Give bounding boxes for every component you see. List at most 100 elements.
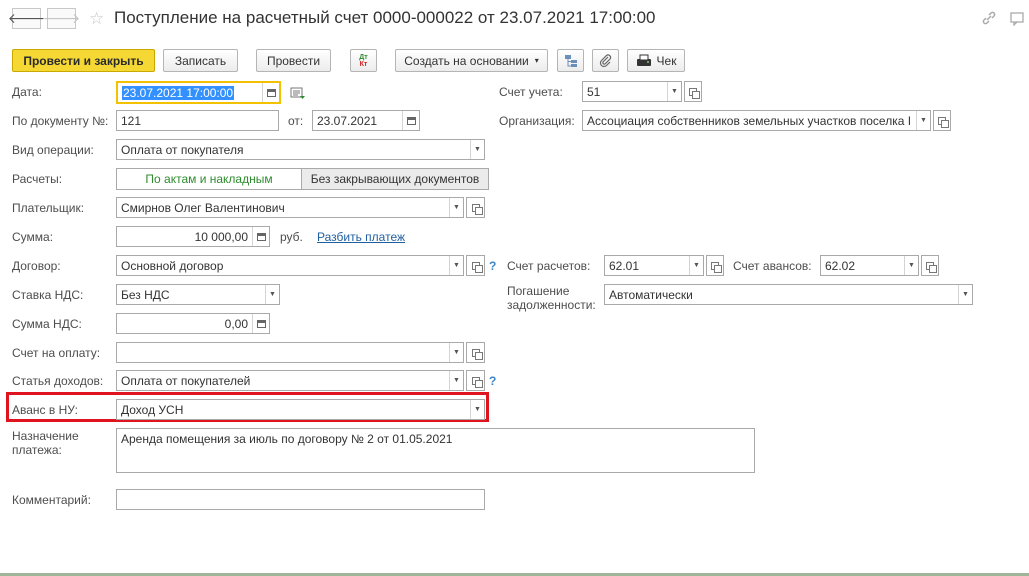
- from-date-value: 23.07.2021: [317, 113, 378, 128]
- from-label: от:: [288, 114, 304, 128]
- advance-label: Аванс в НУ:: [12, 403, 78, 417]
- contract-select[interactable]: Основной договор ▼: [116, 255, 464, 276]
- forward-arrow-icon: 🡒: [42, 10, 81, 26]
- dropdown-icon[interactable]: ▼: [904, 256, 918, 275]
- advance-select[interactable]: Доход УСН ▼: [116, 399, 485, 420]
- from-date-field[interactable]: 23.07.2021: [312, 110, 420, 131]
- open-icon: [469, 371, 483, 390]
- dropdown-icon[interactable]: ▼: [689, 256, 703, 275]
- settlements-option-none[interactable]: Без закрывающих документов: [302, 169, 488, 189]
- advance-account-open-button[interactable]: [921, 255, 939, 276]
- settlements-option-acts[interactable]: По актам и накладным: [117, 169, 302, 189]
- comment-field[interactable]: [116, 489, 485, 510]
- income-item-value: Оплата от покупателей: [121, 373, 251, 388]
- organization-value: Ассоциация собственников земельных участ…: [587, 113, 912, 128]
- payer-select[interactable]: Смирнов Олег Валентинович ▼: [116, 197, 464, 218]
- check-button[interactable]: Чек: [627, 49, 685, 72]
- dt-kt-icon: Дт Кт: [359, 53, 368, 68]
- payer-value: Смирнов Олег Валентинович: [121, 200, 285, 215]
- dropdown-icon[interactable]: ▼: [958, 285, 972, 304]
- structure-button[interactable]: [557, 49, 584, 72]
- vat-rate-label: Ставка НДС:: [12, 288, 84, 302]
- account-select[interactable]: 51 ▼: [582, 81, 682, 102]
- open-icon: [686, 82, 700, 101]
- more-icon[interactable]: [1009, 10, 1025, 29]
- star-icon[interactable]: ☆: [89, 9, 104, 29]
- account-label: Счет учета:: [499, 85, 563, 99]
- dropdown-icon[interactable]: ▼: [265, 285, 279, 304]
- comment-label: Комментарий:: [12, 493, 91, 507]
- settlement-account-open-button[interactable]: [706, 255, 724, 276]
- calculator-icon[interactable]: [252, 227, 269, 246]
- advance-account-value: 62.02: [825, 258, 856, 273]
- payer-open-button[interactable]: [466, 197, 485, 218]
- open-icon: [923, 256, 937, 275]
- calendar-icon[interactable]: [402, 111, 419, 130]
- vat-rate-select[interactable]: Без НДС ▼: [116, 284, 280, 305]
- debt-repayment-select[interactable]: Автоматически ▼: [604, 284, 973, 305]
- operation-value: Оплата от покупателя: [121, 142, 244, 157]
- dropdown-icon[interactable]: ▼: [449, 198, 463, 217]
- dropdown-icon[interactable]: ▼: [470, 400, 484, 419]
- back-arrow-icon: 🡐: [7, 10, 46, 26]
- doc-number-value: 121: [121, 113, 142, 128]
- invoice-open-button[interactable]: [466, 342, 485, 363]
- income-help-icon[interactable]: ?: [489, 374, 496, 388]
- dropdown-icon[interactable]: ▼: [449, 371, 463, 390]
- contract-help-icon[interactable]: ?: [489, 259, 496, 273]
- dropdown-icon[interactable]: ▼: [667, 82, 681, 101]
- dt-kt-button[interactable]: Дт Кт: [350, 49, 377, 72]
- dropdown-icon[interactable]: ▼: [449, 343, 463, 362]
- dropdown-icon[interactable]: ▼: [449, 256, 463, 275]
- structure-icon: [564, 54, 577, 67]
- income-item-select[interactable]: Оплата от покупателей ▼: [116, 370, 464, 391]
- doc-number-field[interactable]: 121: [116, 110, 279, 131]
- purpose-label: Назначение платежа:: [12, 429, 79, 457]
- split-payment-link[interactable]: Разбить платеж: [317, 230, 405, 244]
- operation-label: Вид операции:: [12, 143, 94, 157]
- create-based-button[interactable]: Создать на основании ▾: [395, 49, 548, 72]
- open-icon: [935, 111, 949, 130]
- calendar-icon[interactable]: [262, 83, 279, 102]
- date-value: 23.07.2021 17:00:00: [122, 85, 235, 100]
- chevron-down-icon: ▾: [534, 56, 539, 65]
- invoice-select[interactable]: ▼: [116, 342, 464, 363]
- settlement-account-label: Счет расчетов:: [507, 259, 591, 273]
- debt-repayment-value: Автоматически: [609, 287, 693, 302]
- page-title: Поступление на расчетный счет 0000-00002…: [114, 8, 656, 27]
- create-based-label: Создать на основании: [404, 53, 529, 68]
- vat-sum-field[interactable]: 0,00: [116, 313, 270, 334]
- organization-open-button[interactable]: [933, 110, 951, 131]
- account-open-button[interactable]: [684, 81, 702, 102]
- check-print-icon: [636, 54, 651, 66]
- back-button[interactable]: 🡐: [8, 8, 45, 29]
- check-label: Чек: [656, 53, 677, 68]
- forward-button[interactable]: 🡒: [43, 8, 80, 29]
- settlements-label: Расчеты:: [12, 172, 63, 186]
- vat-sum-value: 0,00: [224, 316, 248, 331]
- organization-select[interactable]: Ассоциация собственников земельных участ…: [582, 110, 931, 131]
- advance-account-select[interactable]: 62.02 ▼: [820, 255, 919, 276]
- dropdown-icon[interactable]: ▼: [916, 111, 930, 130]
- income-item-open-button[interactable]: [466, 370, 485, 391]
- organization-label: Организация:: [499, 114, 575, 128]
- post-and-close-button[interactable]: Провести и закрыть: [12, 49, 155, 72]
- dropdown-icon[interactable]: ▼: [470, 140, 484, 159]
- open-icon: [469, 198, 483, 217]
- purpose-textarea[interactable]: Аренда помещения за июль по договору № 2…: [116, 428, 755, 473]
- attach-button[interactable]: [592, 49, 619, 72]
- link-icon[interactable]: [981, 10, 997, 29]
- calculator-icon[interactable]: [252, 314, 269, 333]
- settlement-account-select[interactable]: 62.01 ▼: [604, 255, 704, 276]
- date-field[interactable]: 23.07.2021 17:00:00: [116, 81, 281, 104]
- sum-field[interactable]: 10 000,00: [116, 226, 270, 247]
- post-button[interactable]: Провести: [256, 49, 331, 72]
- open-icon: [469, 256, 483, 275]
- operation-select[interactable]: Оплата от покупателя ▼: [116, 139, 485, 160]
- save-button[interactable]: Записать: [163, 49, 238, 72]
- contract-open-button[interactable]: [466, 255, 485, 276]
- settlement-account-value: 62.01: [609, 258, 640, 273]
- list-icon[interactable]: [290, 87, 306, 103]
- settlements-switch[interactable]: По актам и накладным Без закрывающих док…: [116, 168, 489, 190]
- currency-label: руб.: [280, 230, 303, 244]
